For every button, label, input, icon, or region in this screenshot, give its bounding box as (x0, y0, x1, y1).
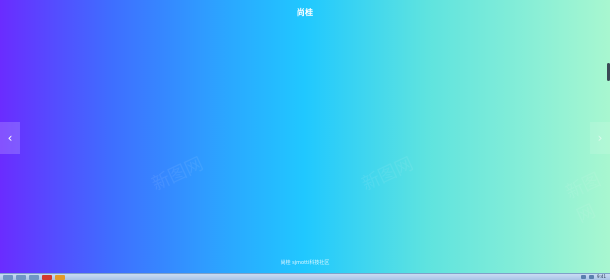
volume-icon[interactable] (589, 275, 595, 279)
system-tray: 9:41 (581, 274, 606, 280)
watermark: 新图网 (562, 169, 605, 228)
chevron-left-icon: ‹ (7, 131, 13, 145)
watermark: 新图网 (358, 153, 417, 196)
footer-text: 尚桂 sjmotti科技社区 (280, 260, 330, 266)
prev-slide-button[interactable]: ‹ (0, 122, 20, 154)
page-title: 尚桂 (296, 8, 314, 17)
clock[interactable]: 9:41 (597, 274, 606, 280)
watermark: 新图网 (148, 153, 207, 196)
chevron-right-icon: › (597, 131, 603, 145)
next-slide-button[interactable]: › (590, 122, 610, 154)
hero-banner: 尚桂 新图网 新图网 新图网 ‹ › 尚桂 sjmotti科技社区 (0, 0, 610, 273)
network-icon[interactable] (581, 275, 587, 279)
